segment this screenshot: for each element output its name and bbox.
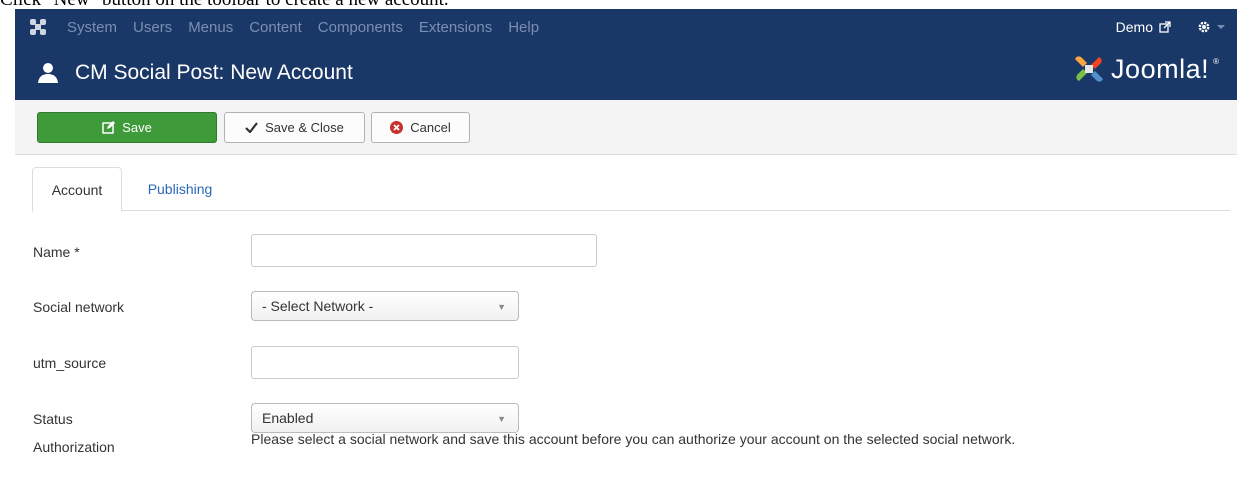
- authorization-label: Authorization: [33, 439, 115, 455]
- menu-help[interactable]: Help: [508, 19, 539, 36]
- social-network-label: Social network: [33, 299, 125, 315]
- form-tabs: Account Publishing: [32, 167, 1230, 212]
- save-close-label: Save & Close: [265, 120, 344, 135]
- toolbar: Save Save & Close Cancel: [15, 100, 1237, 155]
- instruction-caption: Click "New" button on the toolbar to cre…: [0, 0, 449, 9]
- page-header: CM Social Post: New Account Joomla! ®: [15, 45, 1237, 100]
- status-label: Status: [33, 411, 73, 427]
- status-select[interactable]: Enabled ▼: [251, 403, 519, 433]
- tab-account[interactable]: Account: [32, 167, 122, 212]
- checkmark-icon: [245, 122, 258, 133]
- top-navigation-bar: System Users Menus Content Components Ex…: [15, 9, 1237, 45]
- utm-source-label: utm_source: [33, 355, 107, 371]
- tab-publishing[interactable]: Publishing: [140, 167, 220, 211]
- menu-extensions[interactable]: Extensions: [419, 19, 492, 36]
- logo-wordmark: Joomla!: [1111, 53, 1210, 84]
- demo-label: Demo: [1115, 19, 1153, 35]
- gear-icon: [1198, 21, 1210, 33]
- utm-source-field[interactable]: [251, 346, 519, 379]
- status-value: Enabled: [262, 410, 314, 426]
- authorization-message: Please select a social network and save …: [251, 431, 1016, 447]
- social-network-select[interactable]: - Select Network - ▼: [251, 291, 519, 321]
- edit-icon: [102, 121, 116, 134]
- cancel-circle-icon: [390, 121, 404, 134]
- menu-menus[interactable]: Menus: [188, 19, 233, 36]
- save-label: Save: [122, 120, 152, 135]
- menu-users[interactable]: Users: [133, 19, 172, 36]
- chevron-down-icon: [1217, 25, 1225, 29]
- joomla-logo: Joomla! ®: [1071, 53, 1219, 85]
- menu-system[interactable]: System: [67, 19, 117, 36]
- external-link-icon: [1159, 21, 1171, 33]
- demo-site-link[interactable]: Demo: [1116, 19, 1171, 35]
- cancel-label: Cancel: [410, 120, 451, 135]
- dropdown-arrow-icon: ▼: [497, 414, 506, 424]
- save-button[interactable]: Save: [37, 112, 217, 143]
- joomla-brand-icon[interactable]: [21, 9, 55, 45]
- logo-trademark: ®: [1213, 57, 1219, 66]
- save-close-button[interactable]: Save & Close: [224, 112, 365, 143]
- menu-content[interactable]: Content: [249, 19, 302, 36]
- social-network-value: - Select Network -: [262, 298, 374, 314]
- menu-components[interactable]: Components: [318, 19, 403, 36]
- cancel-button[interactable]: Cancel: [371, 112, 470, 143]
- joomla-logo-icon: [1075, 56, 1104, 82]
- dropdown-arrow-icon: ▼: [497, 302, 506, 312]
- name-label: Name *: [33, 244, 80, 260]
- page-title: CM Social Post: New Account: [75, 60, 353, 84]
- user-icon: [38, 62, 58, 83]
- user-settings-menu[interactable]: [1197, 20, 1225, 34]
- name-field[interactable]: [251, 234, 597, 267]
